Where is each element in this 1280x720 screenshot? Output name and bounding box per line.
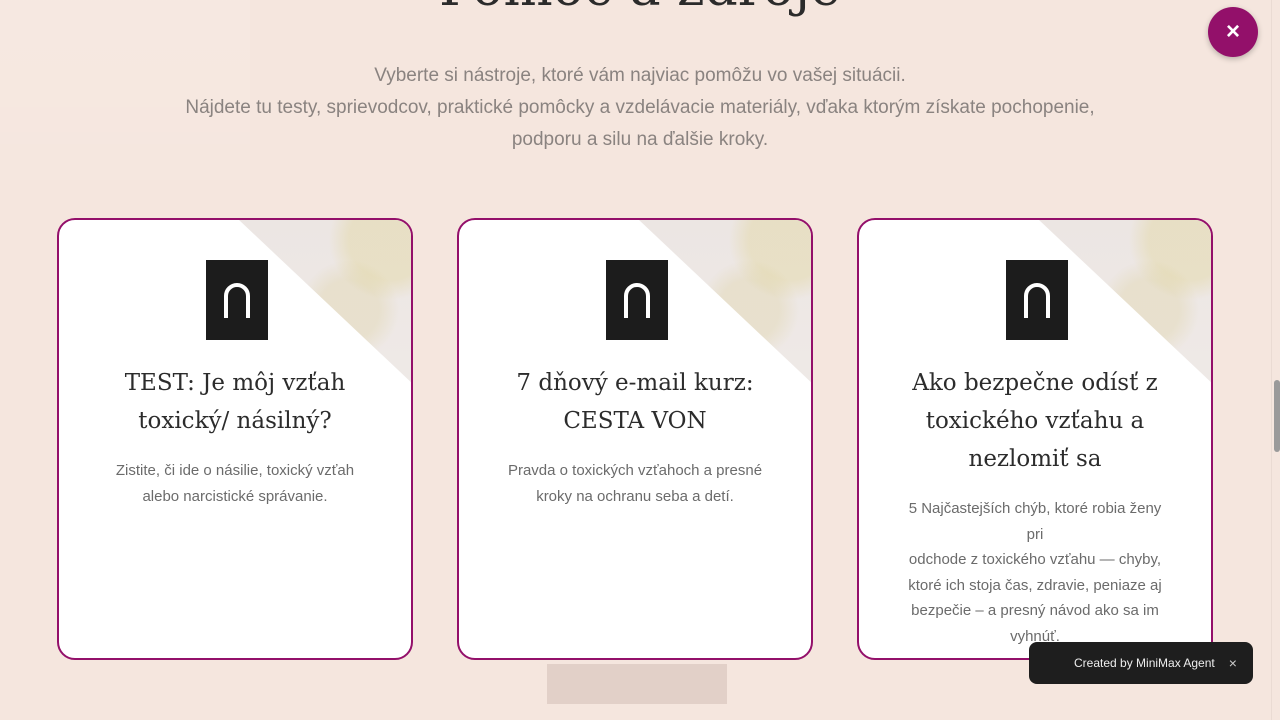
card-description: Pravda o toxických vzťahoch a presné kro… (499, 458, 771, 509)
next-section-placeholder (547, 664, 727, 704)
card-title: 7 dňový e-mail kurz: CESTA VON (489, 364, 781, 440)
card-description-line: alebo narcistické správanie. (142, 487, 328, 505)
intro-line: Nájdete tu testy, sprievodcov, praktické… (185, 97, 1095, 118)
scrollbar-thumb[interactable] (1274, 380, 1280, 452)
intro-text: Vyberte si nástroje, ktoré vám najviac p… (0, 60, 1280, 156)
card-description-line: Zistite, či ide o násilie, toxický vzťah (115, 462, 355, 479)
card-description-line: odchode z toxického vzťahu — chyby, (908, 551, 1162, 568)
intro-line: Vyberte si nástroje, ktoré vám najviac p… (374, 65, 906, 86)
card-title-line: toxického vzťahu a (925, 408, 1145, 434)
card-description-line: 5 Najčastejších chýb, ktoré robia ženy p… (908, 500, 1162, 543)
resource-card-test[interactable]: TEST: Je môj vzťah toxický/ násilný? Zis… (57, 218, 413, 660)
resource-card-leave-safely[interactable]: Ako bezpečne odísť z toxického vzťahu a … (857, 218, 1213, 660)
resource-card-email-course[interactable]: 7 dňový e-mail kurz: CESTA VON Pravda o … (457, 218, 813, 660)
scrollbar[interactable] (1271, 0, 1280, 720)
card-description-line: ktoré ich stoja čas, zdravie, peniaze aj (908, 576, 1162, 594)
arch-logo-icon (1006, 260, 1068, 340)
card-title: TEST: Je môj vzťah toxický/ násilný? (89, 364, 381, 440)
page-title: Pomoc a zdroje (0, 0, 1280, 18)
close-button[interactable]: × (1208, 7, 1258, 57)
card-description-line: Pravda o toxických vzťahoch a presné (507, 462, 763, 479)
card-description: 5 Najčastejších chýb, ktoré robia ženy p… (899, 496, 1171, 649)
card-title: Ako bezpečne odísť z toxického vzťahu a … (889, 364, 1181, 478)
arch-logo-icon (606, 260, 668, 340)
card-description-line: bezpečie – a presný návod ako sa im (911, 602, 1159, 619)
card-title-line: Ako bezpečne odísť z (912, 370, 1158, 396)
card-description: Zistite, či ide o násilie, toxický vzťah… (99, 458, 371, 509)
card-title-line: TEST: Je môj vzťah (124, 370, 346, 396)
card-description-line: kroky na ochranu seba a detí. (536, 487, 734, 505)
toast-close-icon[interactable]: × (1229, 655, 1237, 671)
created-by-toast: Created by MiniMax Agent × (1029, 642, 1253, 684)
arch-logo-icon (206, 260, 268, 340)
toast-text: Created by MiniMax Agent (1074, 656, 1215, 670)
intro-line: podporu a silu na ďalšie kroky. (511, 129, 769, 150)
card-title-line: CESTA VON (563, 408, 707, 434)
card-title-line: nezlomiť sa (968, 446, 1102, 472)
card-title-line: toxický/ násilný? (138, 408, 332, 434)
card-title-line: 7 dňový e-mail kurz: (516, 370, 754, 396)
